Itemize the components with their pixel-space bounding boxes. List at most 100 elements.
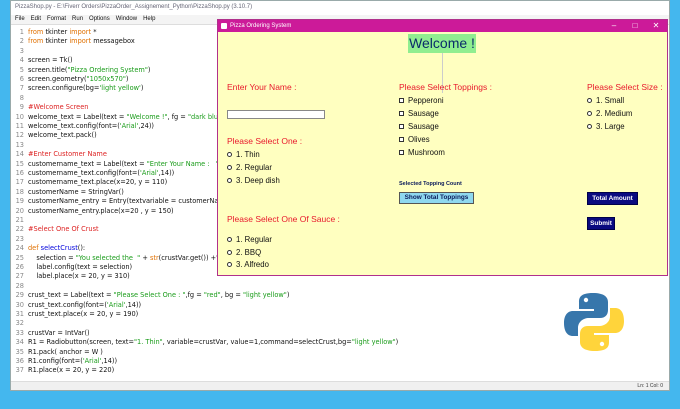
code-token: , fg = — [167, 112, 188, 121]
crust-label: Please Select One : — [227, 136, 303, 146]
pizza-app-window: Pizza Ordering System – □ ✕ Welcome ! En… — [217, 19, 668, 276]
code-token: R1.place(x = 20, y = 220) — [28, 366, 115, 375]
line-number: 37 — [15, 366, 24, 375]
app-titlebar: Pizza Ordering System – □ ✕ — [218, 20, 667, 32]
line-number: 9 — [19, 103, 24, 112]
line-number: 32 — [15, 319, 24, 328]
size-radio-1[interactable]: 1. Small — [587, 96, 624, 105]
line-number: 1 — [19, 28, 24, 36]
total-amount-button[interactable]: Total Amount — [587, 192, 638, 205]
app-feather-icon — [221, 23, 227, 29]
welcome-label: Welcome ! — [408, 34, 476, 53]
sauce-option-label: 1. Regular — [236, 235, 272, 244]
code-token: def — [28, 244, 41, 253]
minimize-button[interactable]: – — [604, 20, 624, 32]
code-line: 37 R1.place(x = 20, y = 220) — [11, 366, 669, 375]
radio-circle-icon — [587, 98, 592, 103]
topping-label: Olives — [408, 135, 430, 144]
code-token: 'Arial' — [140, 169, 159, 177]
line-number: 6 — [19, 75, 24, 83]
sauce-radio-2[interactable]: 2. BBQ — [227, 248, 261, 257]
code-token: R1.pack( anchor = W ) — [28, 347, 103, 356]
topping-label: Sausage — [408, 109, 439, 118]
code-token: selection = — [28, 253, 76, 262]
code-token: customerName_entry.place(x=20 , y = 150) — [28, 206, 174, 215]
code-token: label.config(text = selection) — [28, 263, 133, 271]
radio-circle-icon — [227, 178, 232, 183]
line-number: 24 — [15, 244, 24, 253]
sauce-radio-3[interactable]: 3. Alfredo — [227, 260, 269, 269]
topping-checkbox-5[interactable]: Mushroom — [399, 148, 445, 157]
code-token: crust_text.config(font=( — [28, 300, 107, 309]
code-token: "light yellow" — [351, 338, 396, 347]
checkbox-icon — [399, 98, 404, 103]
code-token: import — [69, 37, 92, 46]
line-number: 11 — [15, 122, 24, 130]
size-option-label: 1. Small — [596, 96, 625, 105]
code-token: ,14)) — [101, 357, 118, 365]
code-token: customerName = StringVar() — [28, 187, 124, 196]
line-number: 29 — [15, 291, 24, 300]
line-number: 31 — [15, 310, 24, 318]
code-token: ) — [147, 65, 151, 74]
menu-item-format[interactable]: Format — [47, 16, 66, 23]
code-token: crustVar = IntVar() — [28, 328, 90, 337]
sauce-radio-1[interactable]: 1. Regular — [227, 235, 272, 244]
code-token: #Enter Customer Name — [28, 150, 107, 159]
topping-checkbox-4[interactable]: Olives — [399, 135, 430, 144]
menu-item-file[interactable]: File — [15, 16, 25, 23]
crust-option-label: 3. Deep dish — [236, 176, 280, 185]
line-number: 26 — [15, 263, 24, 271]
line-number: 27 — [15, 272, 24, 281]
menu-item-options[interactable]: Options — [89, 16, 110, 23]
size-radio-2[interactable]: 2. Medium — [587, 109, 632, 118]
size-radio-3[interactable]: 3. Large — [587, 122, 625, 131]
crust-radio-2[interactable]: 2. Regular — [227, 163, 272, 172]
checkbox-icon — [399, 150, 404, 155]
code-token: ) — [125, 75, 129, 83]
name-label: Enter Your Name : — [227, 82, 297, 92]
line-number: 17 — [15, 178, 24, 187]
sauce-option-label: 2. BBQ — [236, 247, 262, 257]
maximize-button[interactable]: □ — [625, 20, 645, 32]
code-token: welcome_text.config(font=( — [28, 122, 120, 130]
close-button[interactable]: ✕ — [646, 20, 666, 32]
code-token: customername_text.place(x=20, y = 110) — [28, 178, 168, 187]
line-number: 36 — [15, 357, 24, 365]
code-token: 'Arial' — [106, 300, 126, 309]
topping-checkbox-2[interactable]: Sausage — [399, 109, 439, 118]
topping-count-label: Selected Topping Count — [399, 181, 462, 187]
code-token: import — [69, 28, 92, 36]
code-token: "red" — [203, 291, 221, 300]
crust-radio-3[interactable]: 3. Deep dish — [227, 176, 280, 185]
editor-title: PizzaShop.py - E:\Fiverr Orders\PizzaOrd… — [11, 1, 669, 15]
code-token: customername_text.config(font=( — [28, 169, 141, 177]
menu-item-run[interactable]: Run — [72, 16, 83, 23]
line-number: 34 — [15, 338, 24, 347]
menu-item-edit[interactable]: Edit — [31, 16, 41, 23]
topping-checkbox-3[interactable]: Sausage — [399, 122, 439, 131]
radio-circle-icon — [227, 249, 232, 255]
code-token: screen.title( — [28, 65, 68, 74]
code-token: selectCrust — [40, 244, 78, 253]
menu-item-window[interactable]: Window — [116, 16, 137, 23]
code-token: , variable=crustVar, value=1,command=sel… — [162, 338, 352, 347]
sauce-option-label: 3. Alfredo — [236, 260, 269, 269]
show-total-toppings-button[interactable]: Show Total Toppings — [399, 192, 474, 204]
size-label: Please Select Size : — [587, 82, 663, 92]
menu-item-help[interactable]: Help — [143, 16, 155, 23]
line-number: 25 — [15, 253, 24, 262]
code-token: from — [28, 37, 46, 46]
topping-label: Sausage — [408, 122, 439, 131]
code-line: 36 R1.config(font=('Arial',14)) — [11, 357, 669, 366]
crust-radio-1[interactable]: 1. Thin — [227, 150, 260, 159]
topping-label: Mushroom — [408, 148, 445, 157]
code-token: "light yellow" — [242, 291, 287, 300]
code-token: crust_text = Label(text = — [28, 291, 114, 300]
submit-button[interactable]: Submit — [587, 217, 615, 230]
app-body: Welcome ! Enter Your Name : Please Selec… — [218, 32, 667, 275]
checkbox-icon — [399, 111, 404, 116]
topping-checkbox-1[interactable]: Pepperoni — [399, 96, 444, 105]
code-token: , bg = — [220, 291, 243, 300]
name-input[interactable] — [227, 110, 325, 119]
